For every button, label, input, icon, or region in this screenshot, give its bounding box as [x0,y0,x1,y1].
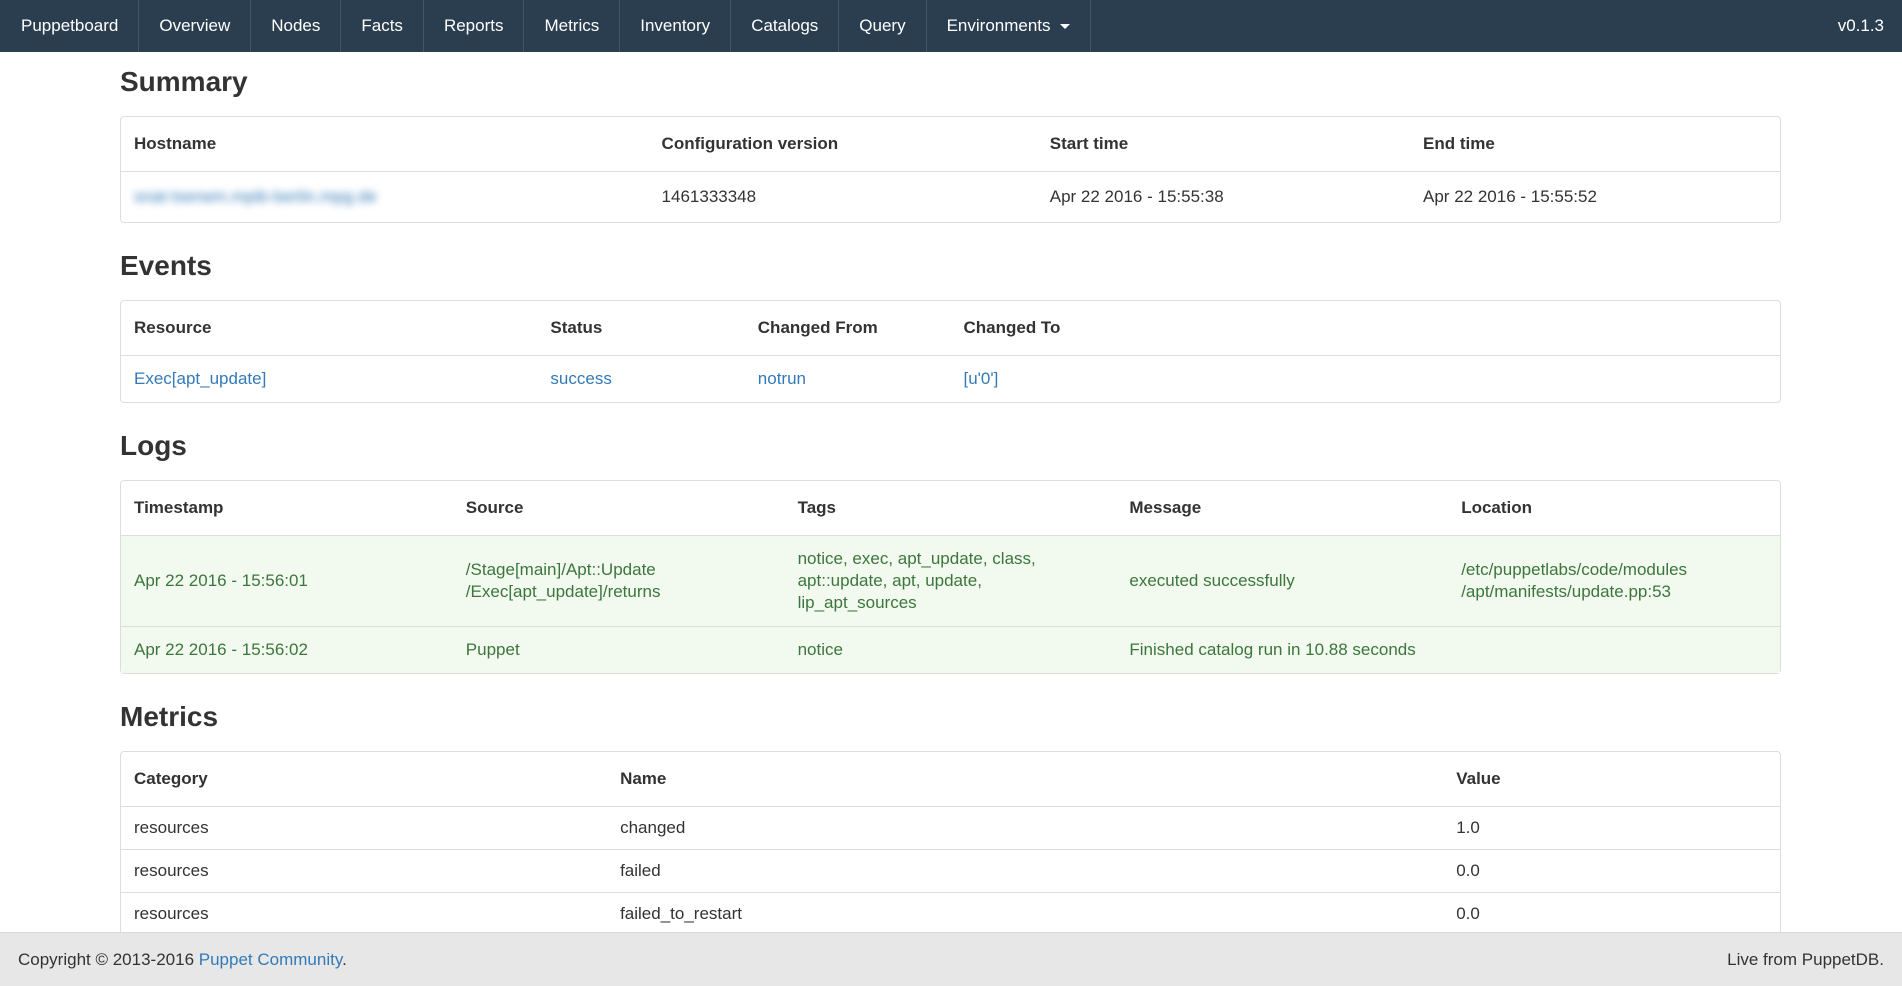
caret-down-icon [1060,24,1070,29]
nav-item-nodes[interactable]: Nodes [251,0,341,52]
logs-col-timestamp: Timestamp [121,481,453,536]
nav-item-overview[interactable]: Overview [139,0,251,52]
events-table-panel: Resource Status Changed From Changed To … [120,300,1781,403]
nav-item-catalogs[interactable]: Catalogs [731,0,839,52]
log-location: /etc/puppetlabs/code/modules /apt/manife… [1448,536,1780,627]
logs-header-row: Timestamp Source Tags Message Location [121,481,1780,536]
environments-label: Environments [947,16,1051,35]
events-col-changed-to: Changed To [950,301,1780,356]
metrics-heading: Metrics [120,701,1781,733]
nav-item-reports[interactable]: Reports [424,0,525,52]
end-time-value: Apr 22 2016 - 15:55:52 [1410,172,1780,223]
metrics-col-category: Category [121,752,607,807]
summary-data-row: snat-tserwm.mpib-berlin.mpg.de 146133334… [121,172,1780,223]
copyright-suffix: . [342,950,347,969]
summary-table-panel: Hostname Configuration version Start tim… [120,116,1781,223]
footer-status-text: Live from PuppetDB. [1727,950,1884,970]
nav-item-facts[interactable]: Facts [341,0,424,52]
log-source: Puppet [453,627,785,674]
metrics-col-value: Value [1443,752,1780,807]
event-changed-to-link[interactable]: [u'0'] [963,369,998,388]
events-col-status: Status [537,301,744,356]
metric-category: resources [121,807,607,850]
summary-heading: Summary [120,66,1781,98]
log-row: Apr 22 2016 - 15:56:01 /Stage[main]/Apt:… [121,536,1780,627]
metric-category: resources [121,850,607,893]
log-timestamp: Apr 22 2016 - 15:56:02 [121,627,453,674]
events-header-row: Resource Status Changed From Changed To [121,301,1780,356]
log-message: Finished catalog run in 10.88 seconds [1116,627,1448,674]
top-navbar: Puppetboard Overview Nodes Facts Reports… [0,0,1902,52]
metric-category: resources [121,893,607,936]
event-resource-link[interactable]: Exec[apt_update] [134,369,266,388]
summary-col-endtime: End time [1410,117,1780,172]
log-row: Apr 22 2016 - 15:56:02 Puppet notice Fin… [121,627,1780,674]
nav-item-environments-dropdown[interactable]: Environments [927,0,1091,52]
metric-row: resources failed 0.0 [121,850,1780,893]
metric-name: changed [607,807,1443,850]
start-time-value: Apr 22 2016 - 15:55:38 [1037,172,1410,223]
hostname-link[interactable]: snat-tserwm.mpib-berlin.mpg.de [134,187,377,206]
summary-col-hostname: Hostname [121,117,649,172]
event-changed-from-link[interactable]: notrun [758,369,806,388]
page-footer: Copyright © 2013-2016 Puppet Community. … [0,932,1902,986]
version-label: v0.1.3 [1820,0,1902,52]
metrics-col-name: Name [607,752,1443,807]
metric-value: 1.0 [1443,807,1780,850]
main-content: Summary Hostname Configuration version S… [120,66,1781,977]
log-tags: notice, exec, apt_update, class, apt::up… [785,536,1117,627]
events-col-resource: Resource [121,301,537,356]
metric-value: 0.0 [1443,850,1780,893]
events-data-row: Exec[apt_update] success notrun [u'0'] [121,356,1780,403]
log-source: /Stage[main]/Apt::Update /Exec[apt_updat… [453,536,785,627]
summary-col-starttime: Start time [1037,117,1410,172]
copyright-prefix: Copyright © 2013-2016 [18,950,199,969]
metric-row: resources failed_to_restart 0.0 [121,893,1780,936]
nav-item-query[interactable]: Query [839,0,926,52]
logs-col-tags: Tags [785,481,1117,536]
log-timestamp: Apr 22 2016 - 15:56:01 [121,536,453,627]
log-message: executed successfully [1116,536,1448,627]
nav-item-inventory[interactable]: Inventory [620,0,731,52]
logs-col-location: Location [1448,481,1780,536]
logs-col-source: Source [453,481,785,536]
nav-item-metrics[interactable]: Metrics [524,0,620,52]
logs-col-message: Message [1116,481,1448,536]
summary-table: Hostname Configuration version Start tim… [121,117,1780,222]
events-col-changed-from: Changed From [745,301,951,356]
puppet-community-link[interactable]: Puppet Community [199,950,342,969]
navbar-spacer [1091,0,1820,52]
summary-header-row: Hostname Configuration version Start tim… [121,117,1780,172]
event-status-link[interactable]: success [550,369,611,388]
logs-heading: Logs [120,430,1781,462]
log-tags: notice [785,627,1117,674]
configuration-version-value: 1461333348 [649,172,1037,223]
metric-name: failed_to_restart [607,893,1443,936]
summary-col-configver: Configuration version [649,117,1037,172]
metrics-header-row: Category Name Value [121,752,1780,807]
logs-table-panel: Timestamp Source Tags Message Location A… [120,480,1781,674]
events-table: Resource Status Changed From Changed To … [121,301,1780,402]
events-heading: Events [120,250,1781,282]
metric-value: 0.0 [1443,893,1780,936]
metric-row: resources changed 1.0 [121,807,1780,850]
footer-copyright: Copyright © 2013-2016 Puppet Community. [18,950,347,970]
navbar-brand[interactable]: Puppetboard [0,0,139,52]
metric-name: failed [607,850,1443,893]
logs-table: Timestamp Source Tags Message Location A… [121,481,1780,673]
log-location [1448,627,1780,674]
